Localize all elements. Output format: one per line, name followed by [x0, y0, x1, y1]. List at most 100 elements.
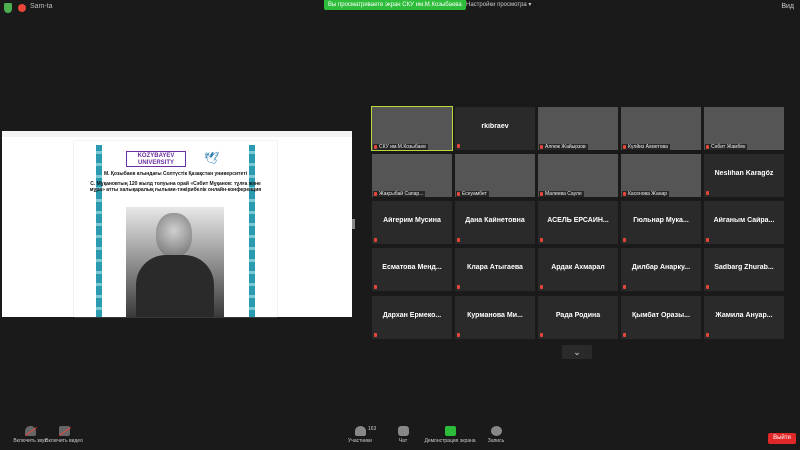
muted-mic-icon [374, 145, 377, 149]
participant-tile[interactable]: Neslihan Karagöz [704, 154, 784, 197]
shared-window-titlebar [2, 131, 352, 137]
participant-tile[interactable]: СКУ им.М.Козыбаев [371, 106, 453, 151]
muted-mic-icon [457, 285, 460, 289]
participants-label: Участники [348, 438, 372, 444]
participant-caption: Алпеж Жайырзов [539, 144, 588, 150]
participant-tile[interactable]: Гюльнар Мука... [621, 201, 701, 244]
participant-name: Қымбат Оразы... [632, 312, 690, 319]
viewing-banner: Вы просматриваете экран СКУ им.М.Козыбае… [324, 0, 466, 10]
split-resize-handle[interactable] [352, 219, 355, 229]
participant-name: Курманова Ми... [467, 312, 523, 319]
bird-logo-icon: 🕊 [204, 151, 220, 165]
participant-tile[interactable]: Курманова Ми... [455, 296, 535, 339]
muted-mic-icon [374, 238, 377, 242]
participant-name: Рада Родина [555, 312, 601, 319]
participant-tile[interactable]: Алпеж Жайырзов [538, 107, 618, 150]
participant-tile[interactable]: Есматова Менд... [372, 248, 452, 291]
participant-tile[interactable]: Есеуамбет [455, 154, 535, 197]
participant-tile[interactable]: АСЕЛЬ ЕРСАИН... [538, 201, 618, 244]
participant-tile[interactable]: Сәбит Жамбек [704, 107, 784, 150]
muted-mic-icon [623, 145, 626, 149]
muted-mic-icon [374, 285, 377, 289]
conference-title: С. Мұқановтың 120 жылд толуына орай «Сәб… [89, 181, 262, 193]
participant-tile[interactable]: Дилбар Анарку... [621, 248, 701, 291]
participant-tile[interactable]: Малиева Сауле [538, 154, 618, 197]
muted-mic-icon [706, 285, 709, 289]
participant-name: Дана Кайнетовна [465, 217, 525, 224]
participant-caption: Сәбит Жамбек [705, 144, 748, 150]
muted-mic-icon [457, 192, 460, 196]
recording-icon [18, 4, 26, 12]
participant-tile[interactable]: Жақсыбай Сапар... [372, 154, 452, 197]
participant-name: Айганым Сайра... [713, 217, 775, 224]
security-shield-icon[interactable] [4, 3, 12, 13]
participant-tile[interactable]: Касенова Жанар [621, 154, 701, 197]
muted-mic-icon [706, 238, 709, 242]
muted-mic-icon [623, 285, 626, 289]
participant-name: Дилбар Анарку... [631, 264, 691, 271]
muted-mic-icon [706, 145, 709, 149]
participant-tile[interactable]: Дархан Ермеко... [372, 296, 452, 339]
muted-mic-icon [374, 333, 377, 337]
muted-mic-icon [457, 144, 460, 148]
muted-mic-icon [540, 145, 543, 149]
participant-tile[interactable]: Рада Родина [538, 296, 618, 339]
muted-mic-icon [706, 191, 709, 195]
shared-document-page: KOZYBAYEV UNIVERSITY 🕊 М. Қозыбаев атынд… [74, 141, 277, 317]
participant-caption: Күлйиз Ахметова [622, 144, 670, 150]
muted-mic-icon [706, 333, 709, 337]
portrait-body [136, 255, 214, 317]
camera-off-icon [58, 426, 70, 436]
muted-mic-icon [540, 333, 543, 337]
muted-mic-icon [623, 238, 626, 242]
participant-name: Касенова Жанар [628, 191, 668, 197]
leave-meeting-button[interactable]: Выйти [768, 433, 796, 444]
username-label: Sam-ta [30, 3, 53, 10]
shared-screen[interactable]: KOZYBAYEV UNIVERSITY 🕊 М. Қозыбаев атынд… [2, 131, 352, 317]
participant-caption: Касенова Жанар [622, 191, 670, 197]
muted-mic-icon [457, 333, 460, 337]
muted-mic-icon [540, 285, 543, 289]
participant-name: Жақсыбай Сапар... [379, 191, 424, 197]
next-page-chevron-icon[interactable]: ⌄ [562, 345, 592, 359]
view-options-button[interactable]: Настройки просмотра ▾ [466, 1, 531, 8]
participant-tile[interactable]: rkibraev [455, 107, 535, 150]
view-button[interactable]: Вид [781, 3, 794, 10]
participant-name: rkibraev [481, 123, 509, 130]
participant-tile[interactable]: Ардак Ахмарал [538, 248, 618, 291]
muted-mic-icon [374, 192, 377, 196]
participant-tile[interactable]: Қымбат Оразы... [621, 296, 701, 339]
participant-tile[interactable]: Клара Атыгаева [455, 248, 535, 291]
university-name: М. Қозыбаев атындағы Солтүстік Қазақстан… [103, 171, 248, 177]
portrait-head [156, 213, 192, 257]
participant-tile[interactable]: Sadbarg Zhurab... [704, 248, 784, 291]
participant-name: Neslihan Karagöz [714, 170, 774, 177]
participant-name: СКУ им.М.Козыбаев [379, 144, 426, 150]
participant-name: Алпеж Жайырзов [545, 144, 586, 150]
participant-name: Есматова Менд... [382, 264, 442, 271]
muted-mic-icon [623, 333, 626, 337]
participant-tile[interactable]: Жамила Ануар... [704, 296, 784, 339]
participant-tile[interactable]: Күлйиз Ахметова [621, 107, 701, 150]
participant-name: Сәбит Жамбек [711, 144, 746, 150]
university-logo: KOZYBAYEV UNIVERSITY [126, 151, 186, 167]
start-video-label: Включить видео [45, 438, 83, 444]
participant-name: АСЕЛЬ ЕРСАИН... [547, 217, 609, 224]
participant-caption: Жақсыбай Сапар... [373, 191, 426, 197]
participant-tile[interactable]: Айгерим Мусина [372, 201, 452, 244]
muted-mic-icon [540, 192, 543, 196]
participant-name: Дархан Ермеко... [382, 312, 442, 319]
view-options-label[interactable]: Настройки просмотра [466, 2, 527, 8]
participant-tile[interactable]: Айганым Сайра... [704, 201, 784, 244]
start-video-button[interactable]: Включить видео [34, 426, 94, 444]
share-screen-icon [444, 426, 456, 436]
participant-name: Күлйиз Ахметова [628, 144, 668, 150]
participant-tile[interactable]: Дана Кайнетовна [455, 201, 535, 244]
participant-name: Малиева Сауле [545, 191, 582, 197]
top-bar: Sam-ta Вы просматриваете экран СКУ им.М.… [0, 0, 800, 16]
muted-mic-icon [540, 238, 543, 242]
record-button[interactable]: Запись [466, 426, 526, 444]
participant-caption: Есеуамбет [456, 191, 489, 197]
chat-label: Чат [398, 438, 408, 444]
participant-name: Клара Атыгаева [467, 264, 523, 271]
